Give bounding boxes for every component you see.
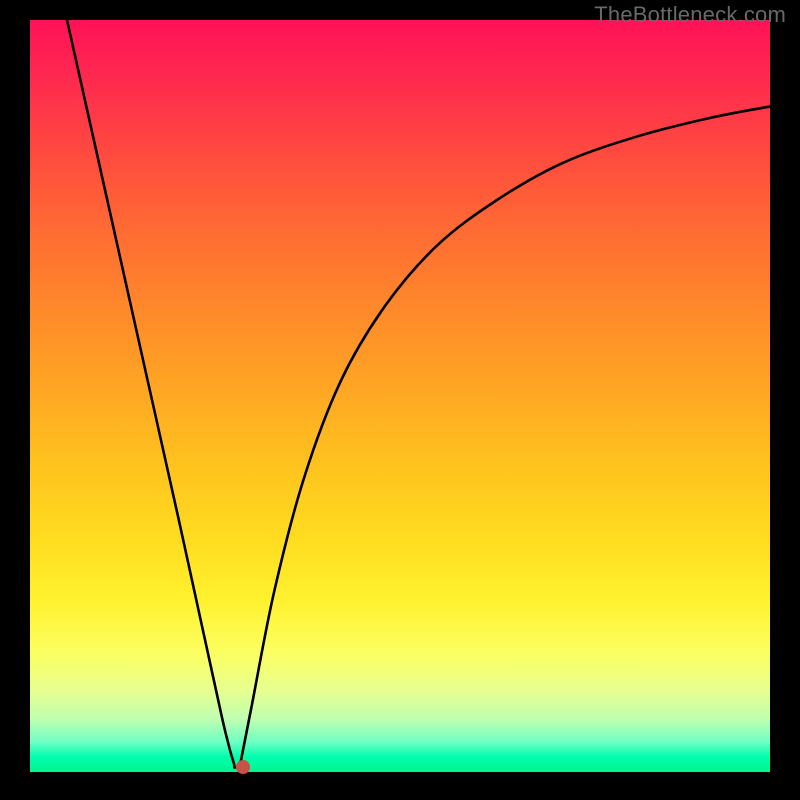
plot-area [30, 20, 770, 772]
chart-frame: TheBottleneck.com [0, 0, 800, 800]
minimum-marker [236, 760, 250, 774]
curve-svg [30, 20, 770, 772]
bottleneck-curve [67, 20, 770, 767]
watermark-text: TheBottleneck.com [594, 2, 786, 28]
